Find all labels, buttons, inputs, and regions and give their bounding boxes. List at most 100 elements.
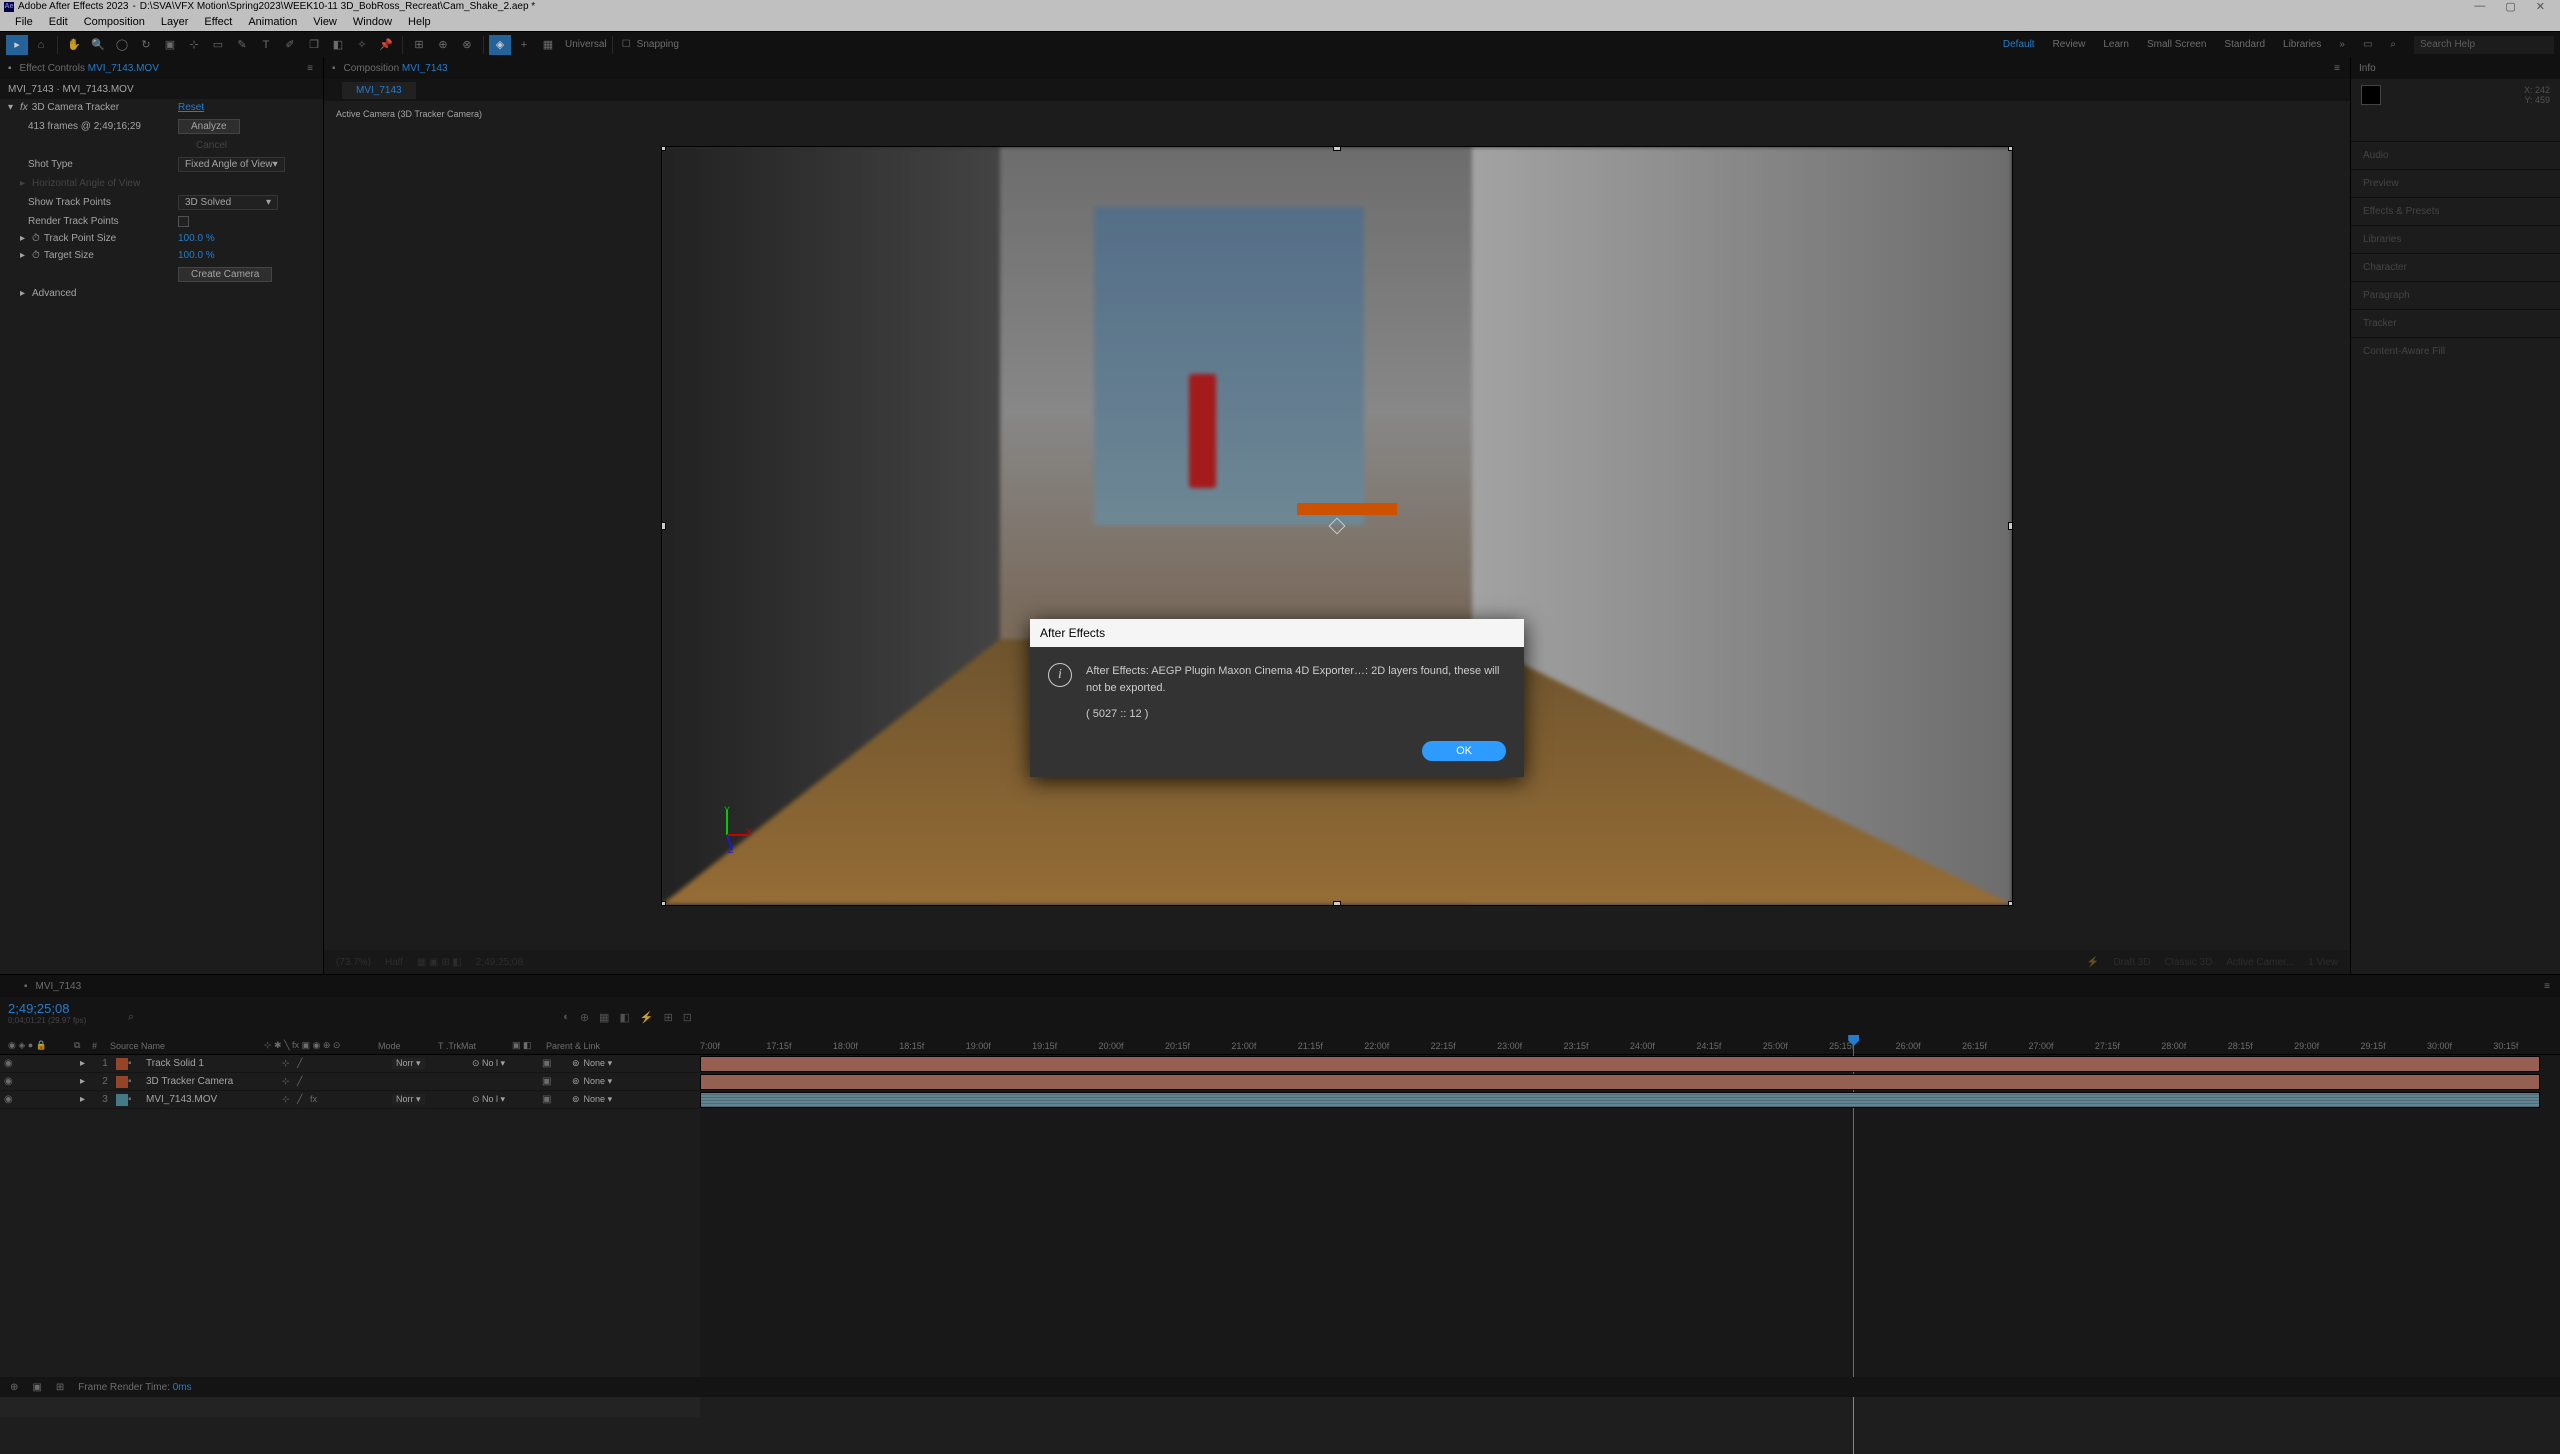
resize-handle[interactable] <box>1333 146 1341 151</box>
workspace-small[interactable]: Small Screen <box>2147 39 2206 50</box>
menu-help[interactable]: Help <box>401 16 438 28</box>
timeline-panel-menu-icon[interactable]: ≡ <box>2544 981 2560 992</box>
visibility-toggle[interactable]: ◉ <box>4 1076 16 1088</box>
zoom-readout[interactable]: (73.7%) <box>336 957 371 968</box>
ruler-tick[interactable]: 29:15f <box>2361 1041 2427 1051</box>
timeline-search-icon[interactable]: ⌕ <box>128 1011 134 1024</box>
timeline-ruler[interactable]: 7:00f17:15f18:00f18:15f19:00f19:15f20:00… <box>700 1037 2560 1054</box>
menu-effect[interactable]: Effect <box>197 16 239 28</box>
ruler-tick[interactable]: 28:15f <box>2228 1041 2294 1051</box>
mode-dropdown[interactable]: Norr ▾ <box>392 1094 425 1105</box>
panel-character[interactable]: Character <box>2351 253 2560 281</box>
view-camera-dropdown[interactable]: Active Camer... <box>2226 957 2294 968</box>
ruler-tick[interactable]: 24:15f <box>1696 1041 1762 1051</box>
visibility-toggle[interactable]: ◉ <box>4 1058 16 1070</box>
panel-content-aware[interactable]: Content-Aware Fill <box>2351 337 2560 365</box>
layer-color-swatch[interactable] <box>116 1094 128 1106</box>
resize-handle[interactable] <box>2008 901 2013 906</box>
analyze-button[interactable]: Analyze <box>178 119 240 134</box>
visibility-toggle[interactable]: ◉ <box>4 1094 16 1106</box>
ruler-tick[interactable]: 20:00f <box>1099 1041 1165 1051</box>
workspace-learn[interactable]: Learn <box>2103 39 2129 50</box>
shot-type-dropdown[interactable]: Fixed Angle of View▾ <box>178 157 285 172</box>
trkmat-dropdown[interactable]: No l ▾ <box>482 1094 505 1104</box>
col-mode[interactable]: Mode <box>374 1041 430 1051</box>
layer-row[interactable]: ◉ ▸ 3 ▪ MVI_7143.MOV ⊹ ╱ fx Norr ▾ ⊙ No … <box>0 1091 700 1109</box>
status-icon[interactable]: ▣ <box>32 1382 41 1393</box>
layer-color-swatch[interactable] <box>116 1058 128 1070</box>
parent-dropdown[interactable]: None ▾ <box>584 1094 613 1105</box>
layer-name[interactable]: Track Solid 1 <box>142 1058 282 1069</box>
ruler-tick[interactable]: 19:15f <box>1032 1041 1098 1051</box>
ruler-tick[interactable]: 19:00f <box>966 1041 1032 1051</box>
ruler-tick[interactable]: 26:15f <box>1962 1041 2028 1051</box>
workspace-standard[interactable]: Standard <box>2224 39 2265 50</box>
layer-row[interactable]: ◉ ▸ 2 ▪ 3D Tracker Camera ⊹ ╱ ▣ ⊚ None ▾ <box>0 1073 700 1091</box>
layer-switches[interactable]: ⊹ ╱ fx <box>282 1094 392 1105</box>
current-timecode[interactable]: 2;49;25;08 <box>8 1001 112 1016</box>
menu-window[interactable]: Window <box>346 16 399 28</box>
view-axis-icon[interactable]: ⊗ <box>456 35 478 55</box>
resize-handle[interactable] <box>661 146 666 151</box>
roto-tool-icon[interactable]: ✧ <box>351 35 373 55</box>
layer-name[interactable]: MVI_7143.MOV <box>142 1094 282 1105</box>
text-tool-icon[interactable]: T <box>255 35 277 55</box>
minimize-icon[interactable]: — <box>2474 0 2485 13</box>
ruler-tick[interactable]: 23:00f <box>1497 1041 1563 1051</box>
ruler-tick[interactable]: 22:00f <box>1364 1041 1430 1051</box>
brush-tool-icon[interactable]: ✐ <box>279 35 301 55</box>
ruler-tick[interactable]: 17:15f <box>766 1041 832 1051</box>
target-size-value[interactable]: 100.0 % <box>178 250 215 261</box>
layer-switches[interactable]: ⊹ ╱ <box>282 1058 392 1069</box>
ruler-tick[interactable]: 30:00f <box>2427 1041 2493 1051</box>
pen-tool-icon[interactable]: ✎ <box>231 35 253 55</box>
panel-tracker[interactable]: Tracker <box>2351 309 2560 337</box>
workspace-libraries[interactable]: Libraries <box>2283 39 2321 50</box>
menu-layer[interactable]: Layer <box>154 16 196 28</box>
menu-file[interactable]: File <box>8 16 40 28</box>
composition-viewer[interactable]: Active Camera (3D Tracker Camera) <box>324 101 2350 950</box>
ruler-tick[interactable]: 27:15f <box>2095 1041 2161 1051</box>
comp-subtab[interactable]: MVI_7143 <box>342 82 416 99</box>
track-solid-overlay[interactable] <box>1297 503 1397 515</box>
local-axis-icon[interactable]: ⊞ <box>408 35 430 55</box>
close-icon[interactable]: ✕ <box>2536 0 2545 13</box>
timeline-toggle-icon[interactable]: ⊡ <box>683 1011 692 1024</box>
timeline-tracks[interactable] <box>700 1055 2560 1417</box>
timeline-toggle-icon[interactable]: ⚡ <box>640 1011 654 1024</box>
timeline-toggle-icon[interactable]: ◧ <box>619 1011 629 1024</box>
timeline-tab[interactable]: MVI_7143 <box>36 981 82 992</box>
ruler-tick[interactable]: 18:00f <box>833 1041 899 1051</box>
status-icon[interactable]: ⊞ <box>56 1382 64 1393</box>
ruler-tick[interactable]: 25:15f <box>1829 1041 1895 1051</box>
ruler-tick[interactable]: 30:15f <box>2493 1041 2559 1051</box>
3d-tool-icon[interactable]: ◈ <box>489 35 511 55</box>
grid-icon[interactable]: ▦ <box>537 35 559 55</box>
search-help-input[interactable] <box>2414 36 2554 54</box>
menu-view[interactable]: View <box>306 16 344 28</box>
ruler-tick[interactable]: 7:00f <box>700 1041 766 1051</box>
ruler-tick[interactable]: 22:15f <box>1431 1041 1497 1051</box>
zoom-tool-icon[interactable]: 🔍 <box>87 35 109 55</box>
workspace-more-icon[interactable]: » <box>2339 39 2345 50</box>
effect-controls-tab[interactable]: Effect Controls MVI_7143.MOV <box>20 63 159 74</box>
camera-tool-icon[interactable]: ▣ <box>159 35 181 55</box>
renderer-dropdown[interactable]: Classic 3D <box>2165 957 2213 968</box>
timeline-toggle-icon[interactable]: ⊞ <box>664 1011 673 1024</box>
add-3d-icon[interactable]: + <box>513 35 535 55</box>
status-icon[interactable]: ⊕ <box>10 1382 18 1393</box>
ruler-tick[interactable]: 21:15f <box>1298 1041 1364 1051</box>
world-axis-icon[interactable]: ⊕ <box>432 35 454 55</box>
ruler-tick[interactable]: 27:00f <box>2028 1041 2094 1051</box>
advanced-label[interactable]: Advanced <box>32 288 76 299</box>
hand-tool-icon[interactable]: ✋ <box>63 35 85 55</box>
search-icon[interactable]: ⌕ <box>2390 39 2396 50</box>
panel-libraries[interactable]: Libraries <box>2351 225 2560 253</box>
maximize-icon[interactable]: ▢ <box>2505 0 2515 13</box>
ruler-tick[interactable]: 23:15f <box>1563 1041 1629 1051</box>
workspace-default[interactable]: Default <box>2003 39 2035 50</box>
puppet-tool-icon[interactable]: 📌 <box>375 35 397 55</box>
menu-animation[interactable]: Animation <box>241 16 304 28</box>
panel-preview[interactable]: Preview <box>2351 169 2560 197</box>
info-panel-tab[interactable]: Info <box>2351 57 2560 79</box>
